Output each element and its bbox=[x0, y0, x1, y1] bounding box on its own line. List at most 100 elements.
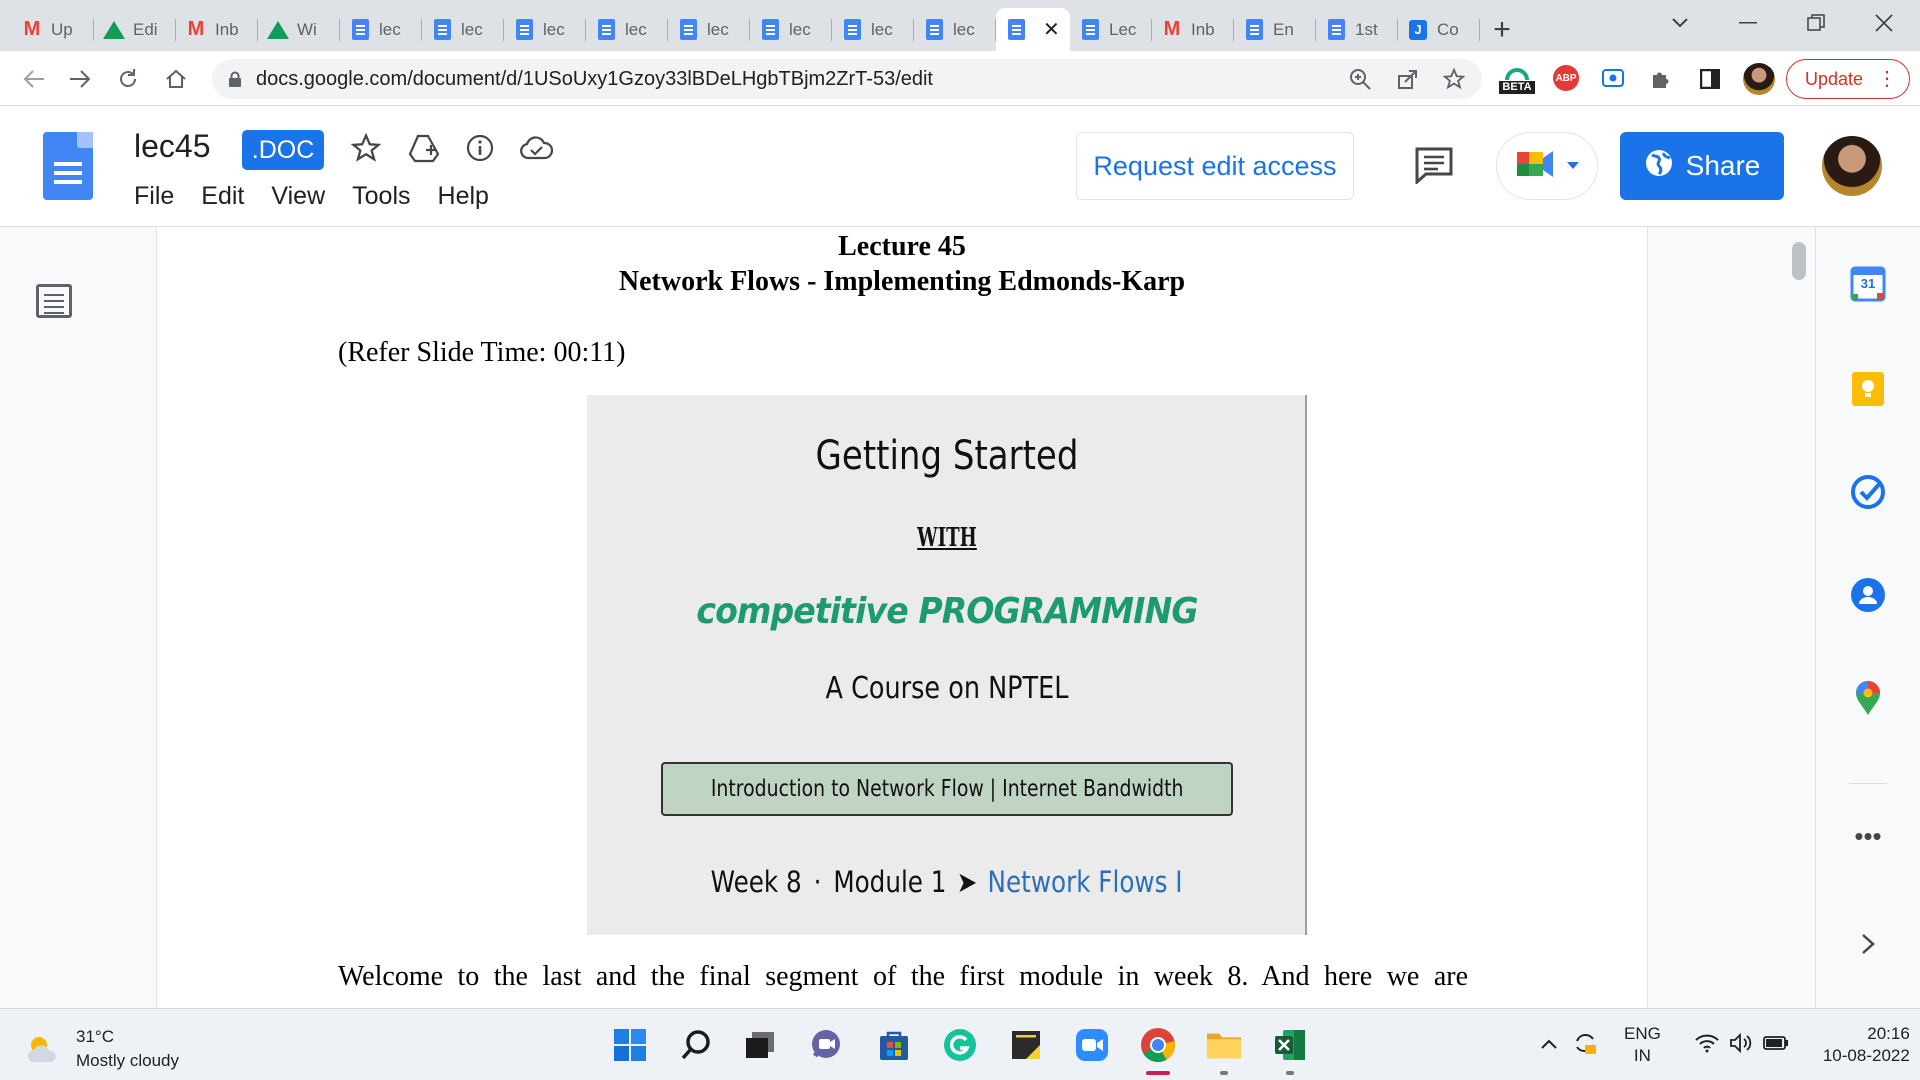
arrow-icon: ➤ bbox=[957, 865, 978, 899]
grammarly-icon[interactable] bbox=[942, 1027, 978, 1063]
microsoft-store-icon[interactable] bbox=[876, 1027, 912, 1063]
menu-help[interactable]: Help bbox=[438, 182, 489, 211]
wifi-icon[interactable] bbox=[1695, 1033, 1719, 1058]
browser-tab[interactable]: M Inb bbox=[1152, 8, 1234, 51]
more-horiz-icon[interactable]: ••• bbox=[1849, 817, 1887, 855]
side-panel-icon[interactable] bbox=[1697, 66, 1723, 92]
share-page-icon[interactable] bbox=[1394, 65, 1422, 93]
keep-icon[interactable] bbox=[1849, 370, 1887, 408]
close-window-icon[interactable] bbox=[1852, 0, 1916, 45]
maps-icon[interactable] bbox=[1849, 679, 1887, 717]
lecture-subtitle: Network Flows - Implementing Edmonds-Kar… bbox=[618, 266, 1186, 297]
drive-icon bbox=[103, 19, 125, 41]
browser-tab[interactable]: Lec bbox=[1070, 8, 1152, 51]
sticky-notes-icon[interactable] bbox=[1008, 1027, 1044, 1063]
slide-course-logo: competitive PROGRAMMING bbox=[696, 591, 1198, 632]
docs-logo-icon[interactable] bbox=[43, 132, 93, 200]
docs-icon bbox=[1005, 19, 1027, 41]
calendar-icon[interactable]: 31 bbox=[1849, 265, 1887, 303]
browser-tab[interactable]: Edi bbox=[94, 8, 176, 51]
browser-tab-active[interactable]: ✕ bbox=[996, 8, 1070, 51]
chrome-icon[interactable] bbox=[1140, 1027, 1176, 1063]
vertical-scrollbar[interactable] bbox=[1792, 242, 1806, 280]
weather-condition: Mostly cloudy bbox=[76, 1051, 179, 1070]
sync-icon[interactable] bbox=[1572, 1030, 1598, 1061]
browser-tab[interactable]: J Co bbox=[1398, 8, 1480, 51]
chevron-right-icon[interactable] bbox=[1849, 925, 1887, 963]
update-button[interactable]: Update ⋮ bbox=[1786, 59, 1910, 99]
docs-header: lec45 .DOC File Edit View Tools Help Req… bbox=[0, 106, 1920, 227]
profile-avatar[interactable] bbox=[1743, 63, 1775, 95]
browser-tab[interactable]: lec bbox=[832, 8, 914, 51]
more-vert-icon[interactable]: ⋮ bbox=[1877, 66, 1897, 92]
menu-tools[interactable]: Tools bbox=[352, 182, 410, 211]
bookmark-star-icon[interactable] bbox=[1440, 65, 1468, 93]
volume-icon[interactable] bbox=[1729, 1032, 1753, 1058]
browser-tab[interactable]: lec bbox=[914, 8, 996, 51]
close-tab-icon[interactable]: ✕ bbox=[1043, 17, 1060, 42]
menu-edit[interactable]: Edit bbox=[201, 182, 244, 211]
extensions-puzzle-icon[interactable] bbox=[1648, 66, 1674, 92]
account-avatar[interactable] bbox=[1822, 136, 1882, 196]
restore-icon[interactable] bbox=[1784, 0, 1848, 45]
browser-tab[interactable]: lec bbox=[750, 8, 832, 51]
browser-tab[interactable]: lec bbox=[504, 8, 586, 51]
language-indicator[interactable]: ENG IN bbox=[1624, 1023, 1661, 1067]
zoom-app-icon[interactable] bbox=[1074, 1027, 1110, 1063]
calendar-day: 31 bbox=[1860, 276, 1876, 291]
clock[interactable]: 20:16 10-08-2022 bbox=[1823, 1023, 1910, 1067]
weather-widget[interactable]: 31°C Mostly cloudy bbox=[26, 1025, 179, 1073]
tab-search-icon[interactable] bbox=[1648, 0, 1712, 45]
browser-tab[interactable]: M Up bbox=[12, 8, 94, 51]
info-icon[interactable] bbox=[462, 130, 498, 166]
windows-start-icon[interactable] bbox=[612, 1027, 648, 1063]
star-icon[interactable] bbox=[348, 130, 384, 166]
address-bar[interactable]: docs.google.com/document/d/1USoUxy1Gzoy3… bbox=[212, 59, 1482, 99]
weather-cloudy-icon bbox=[26, 1034, 60, 1064]
menu-file[interactable]: File bbox=[134, 182, 174, 211]
browser-tab[interactable]: lec bbox=[340, 8, 422, 51]
browser-tab[interactable]: Wi bbox=[258, 8, 340, 51]
browser-tab[interactable]: lec bbox=[422, 8, 504, 51]
docs-icon bbox=[923, 19, 945, 41]
tray-overflow-chevron-up-icon[interactable] bbox=[1540, 1035, 1558, 1055]
slide-topic-box: Introduction to Network Flow | Internet … bbox=[661, 762, 1233, 816]
menu-view[interactable]: View bbox=[271, 182, 325, 211]
contacts-icon[interactable] bbox=[1849, 576, 1887, 614]
file-explorer-icon[interactable] bbox=[1206, 1027, 1242, 1063]
document-title[interactable]: lec45 bbox=[134, 128, 211, 165]
browser-tab[interactable]: lec bbox=[668, 8, 750, 51]
teams-chat-icon[interactable] bbox=[808, 1027, 844, 1063]
adblock-icon[interactable]: ABP bbox=[1553, 65, 1579, 91]
browser-tab[interactable]: lec bbox=[586, 8, 668, 51]
home-icon[interactable] bbox=[162, 65, 190, 93]
search-icon[interactable] bbox=[678, 1027, 714, 1063]
jamboard-icon: J bbox=[1407, 19, 1429, 41]
new-tab-button[interactable]: + bbox=[1480, 8, 1524, 51]
back-icon[interactable] bbox=[20, 65, 48, 93]
browser-tab[interactable]: 1st bbox=[1316, 8, 1398, 51]
tab-title: Co bbox=[1437, 19, 1459, 39]
tasks-icon[interactable] bbox=[1849, 473, 1887, 511]
zoom-icon[interactable] bbox=[1346, 65, 1374, 93]
screen-capture-icon[interactable] bbox=[1601, 66, 1625, 90]
browser-tab[interactable]: M Inb bbox=[176, 8, 258, 51]
task-view-icon[interactable] bbox=[742, 1027, 778, 1063]
slide-course-subtitle: A Course on NPTEL bbox=[825, 671, 1069, 706]
document-page[interactable]: Lecture 45 Network Flows - Implementing … bbox=[157, 227, 1647, 1008]
request-edit-access-button[interactable]: Request edit access bbox=[1076, 132, 1354, 200]
minimize-icon[interactable] bbox=[1716, 0, 1780, 45]
battery-icon[interactable] bbox=[1762, 1034, 1789, 1057]
cloud-status-icon[interactable] bbox=[518, 130, 554, 166]
beta-extension-icon[interactable]: BETA bbox=[1498, 59, 1536, 99]
comment-history-icon[interactable] bbox=[1414, 146, 1454, 186]
excel-icon[interactable] bbox=[1272, 1027, 1308, 1063]
document-outline-icon[interactable] bbox=[36, 284, 72, 318]
move-to-drive-icon[interactable] bbox=[406, 130, 442, 166]
meet-button[interactable] bbox=[1496, 132, 1598, 200]
browser-tab[interactable]: En bbox=[1234, 8, 1316, 51]
reload-icon[interactable] bbox=[114, 65, 142, 93]
forward-icon[interactable] bbox=[66, 65, 94, 93]
share-button[interactable]: Share bbox=[1620, 132, 1784, 200]
lock-icon[interactable] bbox=[228, 71, 242, 87]
